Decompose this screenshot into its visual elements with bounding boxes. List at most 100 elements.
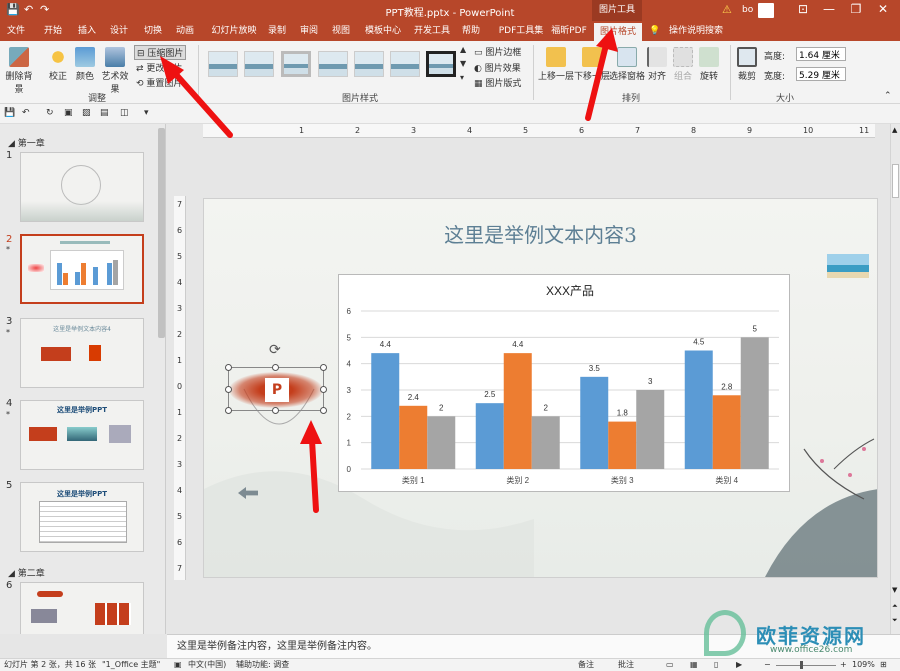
normal-view-icon[interactable]: ▭	[666, 659, 674, 671]
crop-button[interactable]: 裁剪	[736, 47, 758, 82]
picture-style-3[interactable]	[281, 51, 311, 77]
zoom-slider[interactable]	[776, 665, 836, 666]
tab-review[interactable]: 审阅	[294, 21, 324, 41]
picture-border-button[interactable]: ▭ 图片边框	[474, 45, 521, 58]
resize-handle[interactable]	[320, 386, 327, 393]
accessibility-status[interactable]: 辅助功能: 调查	[236, 659, 289, 671]
tab-home[interactable]: 开始	[38, 21, 68, 41]
slide-editor[interactable]: 这里是举例文本内容3 P ⟳ XXX产品 0 1 2 3 4 5 6 类别 1 4.4 2.4 2 类别…	[203, 198, 878, 578]
send-backward-button[interactable]: 下移一层	[574, 47, 610, 82]
tab-foxit-pdf[interactable]: 福昕PDF	[548, 21, 590, 41]
slideshow-icon[interactable]: ▶	[736, 659, 742, 671]
close-button[interactable]: ✕	[870, 2, 896, 16]
slide-thumbnail-3[interactable]: 这里是举例文本内容4	[20, 318, 144, 388]
tab-file[interactable]: 文件	[2, 21, 30, 41]
picture-style-4[interactable]	[318, 51, 348, 77]
tab-pdf-tools[interactable]: PDF工具集	[492, 21, 550, 41]
resize-handle[interactable]	[272, 407, 279, 414]
zoom-out-button[interactable]: −	[764, 659, 771, 671]
gallery-scroll-down-icon[interactable]: ▼	[460, 59, 466, 68]
resize-handle[interactable]	[320, 407, 327, 414]
chart-icon[interactable]: ◫	[120, 108, 129, 118]
picture-icon[interactable]: ▨	[82, 108, 91, 118]
save-icon[interactable]: 💾	[4, 108, 15, 118]
selection-pane-button[interactable]: 选择窗格	[609, 47, 645, 82]
corrections-button[interactable]: 校正	[44, 47, 72, 82]
change-picture-button[interactable]: ⇄ 更改图片	[136, 61, 182, 74]
gallery-scroll-up-icon[interactable]: ▲	[460, 45, 466, 54]
tab-design[interactable]: 设计	[104, 21, 134, 41]
slide-thumbnail-2[interactable]	[20, 234, 144, 304]
user-name[interactable]: bo	[742, 5, 753, 15]
spelling-icon[interactable]: ▣	[174, 659, 182, 671]
reset-picture-button[interactable]: ⟲ 重置图片	[136, 76, 182, 89]
notes-button[interactable]: 备注	[578, 659, 594, 671]
slide-thumbnail-6[interactable]	[20, 582, 144, 634]
language[interactable]: 中文(中国)	[188, 659, 226, 671]
warning-icon[interactable]: ⚠	[722, 3, 732, 16]
undo-icon[interactable]: ↶	[22, 108, 30, 118]
tab-view[interactable]: 视图	[326, 21, 356, 41]
table-icon[interactable]: ▤	[100, 108, 109, 118]
compress-pictures-button[interactable]: ⊟ 压缩图片	[134, 45, 187, 60]
from-beginning-icon[interactable]: ▣	[64, 108, 73, 118]
tab-slideshow[interactable]: 幻灯片放映	[206, 21, 262, 41]
chart-container[interactable]: XXX产品 0 1 2 3 4 5 6 类别 1 4.4 2.4 2 类别 2 2.5 4.4 2 类别 3 3.…	[338, 274, 790, 492]
scroll-down-icon[interactable]: ▼	[892, 586, 897, 594]
selected-picture[interactable]: P ⟳	[225, 342, 327, 414]
restore-button[interactable]: ❐	[843, 2, 869, 16]
fit-to-window-icon[interactable]: ⊞	[880, 659, 887, 671]
height-input[interactable]	[796, 47, 846, 61]
bring-forward-button[interactable]: 上移一层	[538, 47, 574, 82]
group-button[interactable]: 组合	[672, 47, 694, 82]
avatar[interactable]	[758, 3, 774, 18]
tab-record[interactable]: 录制	[262, 21, 292, 41]
rotate-handle-icon[interactable]: ⟳	[269, 342, 281, 358]
vertical-scrollbar[interactable]: ▲ ▼ ⏶ ⏷	[890, 124, 900, 634]
align-button[interactable]: 对齐	[646, 47, 668, 82]
resize-handle[interactable]	[225, 386, 232, 393]
ribbon-display-icon[interactable]: ⊡	[790, 2, 816, 16]
rotate-button[interactable]: 旋转	[698, 47, 720, 82]
picture-style-1[interactable]	[208, 51, 238, 77]
slide-thumbnail-5[interactable]: 这里是举例PPT	[20, 482, 144, 552]
resize-handle[interactable]	[225, 364, 232, 371]
resize-handle[interactable]	[320, 364, 327, 371]
zoom-level[interactable]: 109%	[852, 659, 875, 671]
picture-style-2[interactable]	[244, 51, 274, 77]
artistic-effects-button[interactable]: 艺术效果	[98, 47, 132, 95]
width-input[interactable]	[796, 67, 846, 81]
gallery-more-icon[interactable]: ▾	[460, 73, 464, 82]
zoom-slider-thumb[interactable]	[800, 661, 803, 669]
comments-button[interactable]: 批注	[618, 659, 634, 671]
slide-thumbnail-1[interactable]	[20, 152, 144, 222]
previous-slide-icon[interactable]: ⏶	[892, 602, 898, 611]
picture-style-7[interactable]	[426, 51, 456, 77]
section-header-1[interactable]: ◢ 第一章	[8, 136, 45, 149]
tell-me-search[interactable]: 操作说明搜索	[664, 21, 728, 41]
zoom-in-button[interactable]: +	[840, 659, 847, 671]
tab-developer[interactable]: 开发工具	[410, 21, 454, 41]
scroll-up-icon[interactable]: ▲	[892, 126, 897, 134]
remove-background-button[interactable]: 删除背景	[2, 47, 36, 95]
picture-layout-button[interactable]: ▦ 图片版式	[474, 76, 521, 89]
minimize-button[interactable]: —	[816, 2, 842, 16]
tab-insert[interactable]: 插入	[72, 21, 102, 41]
picture-style-5[interactable]	[354, 51, 384, 77]
collapse-ribbon-icon[interactable]: ⌃	[884, 91, 892, 101]
tab-picture-format[interactable]: 图片格式	[594, 23, 642, 41]
thumbnail-scrollbar[interactable]	[158, 128, 165, 338]
resize-handle[interactable]	[272, 364, 279, 371]
resize-handle[interactable]	[225, 407, 232, 414]
tab-template-center[interactable]: 模板中心	[360, 21, 406, 41]
scroll-thumb[interactable]	[892, 164, 899, 198]
tab-transitions[interactable]: 切换	[138, 21, 168, 41]
customize-toolbar-icon[interactable]: ▾	[144, 108, 149, 118]
tab-help[interactable]: 帮助	[456, 21, 486, 41]
section-header-2[interactable]: ◢ 第二章	[8, 566, 45, 579]
tab-animations[interactable]: 动画	[170, 21, 200, 41]
next-slide-icon[interactable]: ⏷	[892, 616, 898, 625]
redo-icon[interactable]: ↻	[46, 108, 54, 118]
picture-style-6[interactable]	[390, 51, 420, 77]
slide-thumbnail-4[interactable]: 这里是举例PPT	[20, 400, 144, 470]
